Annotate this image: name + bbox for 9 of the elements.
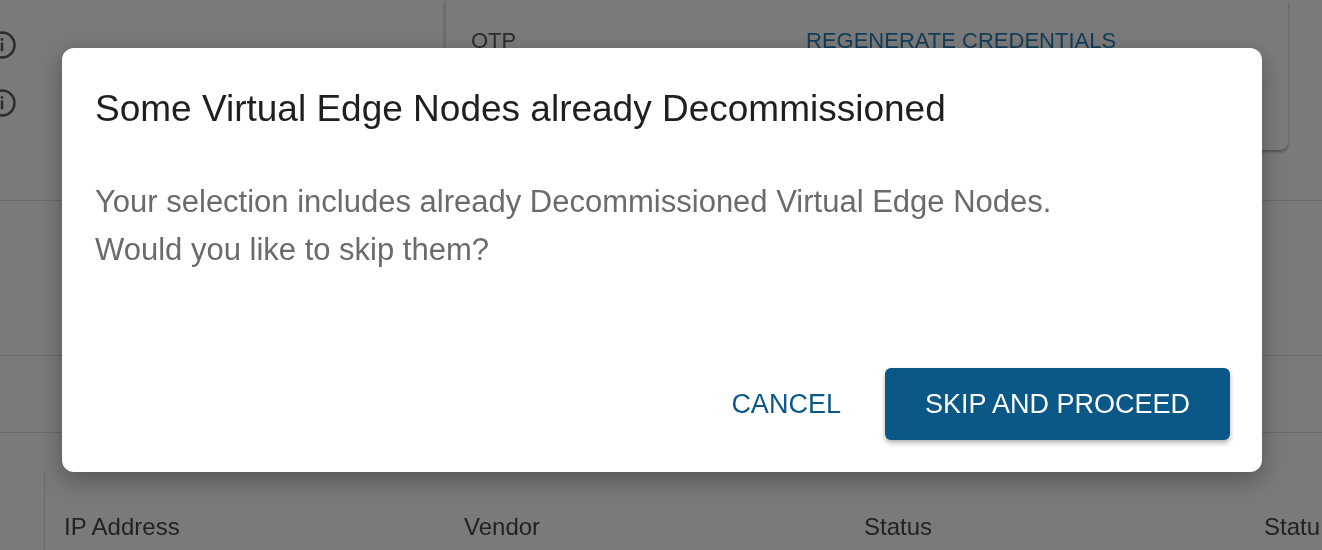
dialog-title: Some Virtual Edge Nodes already Decommissioned <box>95 87 947 131</box>
skip-and-proceed-button[interactable]: SKIP AND PROCEED <box>884 368 1230 440</box>
column-header: Vendor <box>464 513 541 540</box>
cancel-button[interactable]: CANCEL <box>727 368 845 440</box>
column-header: IP Address <box>64 513 180 540</box>
otp-label: OTP <box>471 27 518 55</box>
column-header: Status <box>864 513 933 540</box>
column-header: Statu <box>1264 513 1321 540</box>
dialog-message: Your selection includes already Decommissioned Virtual Edge Nodes. Would you like to skip them? <box>95 183 1053 270</box>
